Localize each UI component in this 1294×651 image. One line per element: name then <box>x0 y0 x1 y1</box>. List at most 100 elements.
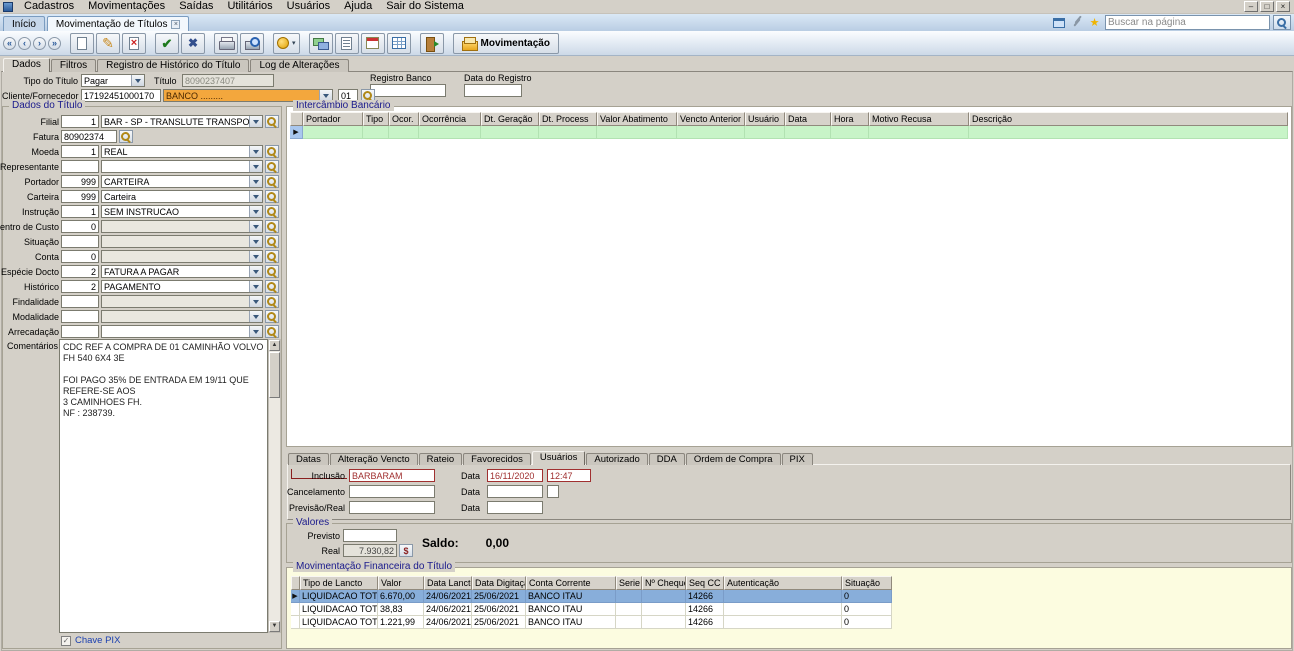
menu-movimentacoes[interactable]: Movimentações <box>81 0 172 13</box>
field-code-input[interactable] <box>61 265 99 278</box>
scroll-thumb[interactable] <box>269 352 280 398</box>
cancel-button[interactable] <box>181 33 205 54</box>
field-combo-arrecadacao[interactable] <box>101 325 263 338</box>
currency-button[interactable]: $ <box>399 544 413 557</box>
grid-button[interactable] <box>387 33 411 54</box>
doc-tab-movimentacao-de-titulos[interactable]: Movimentação de Títulos× <box>47 16 190 31</box>
lookup-button[interactable] <box>265 175 279 188</box>
minimize-button[interactable]: – <box>1244 1 1258 12</box>
mov-row[interactable]: ▶LIQUIDACAO TOTAL6.670,0024/06/202125/06… <box>291 590 892 603</box>
chevron-down-icon[interactable] <box>249 251 262 262</box>
lookup-button[interactable] <box>265 220 279 233</box>
tab-log-de-alteracoes[interactable]: Log de Alterações <box>250 59 348 72</box>
lookup-button[interactable] <box>265 265 279 278</box>
menu-ajuda[interactable]: Ajuda <box>337 0 379 13</box>
real-input[interactable] <box>343 544 397 557</box>
menu-cadastros[interactable]: Cadastros <box>17 0 81 13</box>
chevron-down-icon[interactable] <box>249 236 262 247</box>
restore-button[interactable]: □ <box>1260 1 1274 12</box>
nav-last-button[interactable] <box>48 37 61 50</box>
detail-tab-datas[interactable]: Datas <box>288 453 329 465</box>
previsto-input[interactable] <box>343 529 397 542</box>
detail-tab-alteracao-vencto[interactable]: Alteração Vencto <box>330 453 418 465</box>
detail-tab-autorizado[interactable]: Autorizado <box>586 453 647 465</box>
lookup-button[interactable] <box>265 160 279 173</box>
tab-filtros[interactable]: Filtros <box>51 59 96 72</box>
detail-tab-usuarios[interactable]: Usuários <box>532 451 586 465</box>
field-code-input[interactable] <box>61 220 99 233</box>
detail-tab-pix[interactable]: PIX <box>782 453 813 465</box>
lookup-button[interactable] <box>265 310 279 323</box>
lookup-button[interactable] <box>119 130 133 143</box>
fatura-input[interactable] <box>61 130 117 143</box>
detail-tab-rateio[interactable]: Rateio <box>419 453 462 465</box>
registro-banco-input[interactable] <box>370 84 446 97</box>
lookup-button[interactable] <box>265 250 279 263</box>
field-code-input[interactable] <box>61 310 99 323</box>
close-button[interactable]: × <box>1276 1 1290 12</box>
menu-usuarios[interactable]: Usuários <box>280 0 337 13</box>
field-combo-historico[interactable]: PAGAMENTO <box>101 280 263 293</box>
search-button[interactable] <box>1273 15 1291 30</box>
inclusao-time-input[interactable] <box>547 469 591 482</box>
cancelamento-user-input[interactable] <box>349 485 435 498</box>
field-code-input[interactable] <box>61 190 99 203</box>
detail-tab-ordem-de-compra[interactable]: Ordem de Compra <box>686 453 781 465</box>
field-code-input[interactable] <box>61 205 99 218</box>
field-code-input[interactable] <box>61 325 99 338</box>
tab-registro-de-historico-do-titulo[interactable]: Registro de Histórico do Título <box>97 59 249 72</box>
field-combo-portador[interactable]: CARTEIRA <box>101 175 263 188</box>
field-code-input[interactable] <box>61 115 99 128</box>
data-registro-input[interactable] <box>464 84 522 97</box>
field-combo-filial[interactable]: BAR - SP - TRANSLUTE TRANSPORTES RODOV <box>101 115 263 128</box>
inclusao-date-input[interactable] <box>487 469 543 482</box>
tipo-titulo-combo[interactable]: Pagar <box>81 74 145 87</box>
field-combo-conta[interactable] <box>101 250 263 263</box>
chevron-down-icon[interactable] <box>249 116 262 127</box>
delete-button[interactable] <box>122 33 146 54</box>
chevron-down-icon[interactable] <box>131 75 144 86</box>
lookup-button[interactable] <box>265 190 279 203</box>
field-combo-modalidade[interactable] <box>101 310 263 323</box>
field-combo-centro-de-custo[interactable] <box>101 220 263 233</box>
chevron-down-icon[interactable] <box>249 146 262 157</box>
lookup-button[interactable] <box>265 145 279 158</box>
field-code-input[interactable] <box>61 160 99 173</box>
field-code-input[interactable] <box>61 250 99 263</box>
exit-button[interactable] <box>420 33 444 54</box>
mov-row[interactable]: LIQUIDACAO TOTAL1.221,9924/06/202125/06/… <box>291 616 892 629</box>
menu-saidas[interactable]: Saídas <box>172 0 220 13</box>
lookup-button[interactable] <box>265 325 279 338</box>
cancelamento-date-input[interactable] <box>487 485 543 498</box>
chevron-down-icon[interactable] <box>249 266 262 277</box>
field-code-input[interactable] <box>61 280 99 293</box>
chevron-down-icon[interactable] <box>249 221 262 232</box>
field-code-input[interactable] <box>61 235 99 248</box>
movimentacao-button[interactable]: Movimentação <box>453 33 559 54</box>
field-combo-findalidade[interactable] <box>101 295 263 308</box>
tools-icon[interactable] <box>1069 16 1084 29</box>
field-combo-moeda[interactable]: REAL <box>101 145 263 158</box>
new-button[interactable] <box>70 33 94 54</box>
chevron-down-icon[interactable] <box>249 281 262 292</box>
nav-prev-button[interactable] <box>18 37 31 50</box>
detail-tab-dda[interactable]: DDA <box>649 453 685 465</box>
comentarios-scrollbar[interactable]: ▲ ▼ <box>268 339 281 633</box>
field-code-input[interactable] <box>61 175 99 188</box>
field-code-input[interactable] <box>61 145 99 158</box>
chevron-down-icon[interactable] <box>249 326 262 337</box>
previsao-user-input[interactable] <box>349 501 435 514</box>
chevron-down-icon[interactable] <box>249 161 262 172</box>
tab-close-icon[interactable]: × <box>171 20 180 29</box>
chevron-down-icon[interactable] <box>249 206 262 217</box>
scroll-down-icon[interactable]: ▼ <box>269 621 280 632</box>
chevron-down-icon[interactable] <box>249 296 262 307</box>
chevron-down-icon[interactable] <box>249 311 262 322</box>
titulo-input[interactable] <box>182 74 274 87</box>
menu-sair-do-sistema[interactable]: Sair do Sistema <box>379 0 471 13</box>
menu-utilitarios[interactable]: Utilitários <box>220 0 279 13</box>
lookup-button[interactable] <box>265 115 279 128</box>
field-combo-situacao[interactable] <box>101 235 263 248</box>
favorites-star-icon[interactable] <box>1087 16 1102 29</box>
comentarios-textarea[interactable]: CDC REF A COMPRA DE 01 CAMINHÃO VOLVO FH… <box>59 339 268 633</box>
